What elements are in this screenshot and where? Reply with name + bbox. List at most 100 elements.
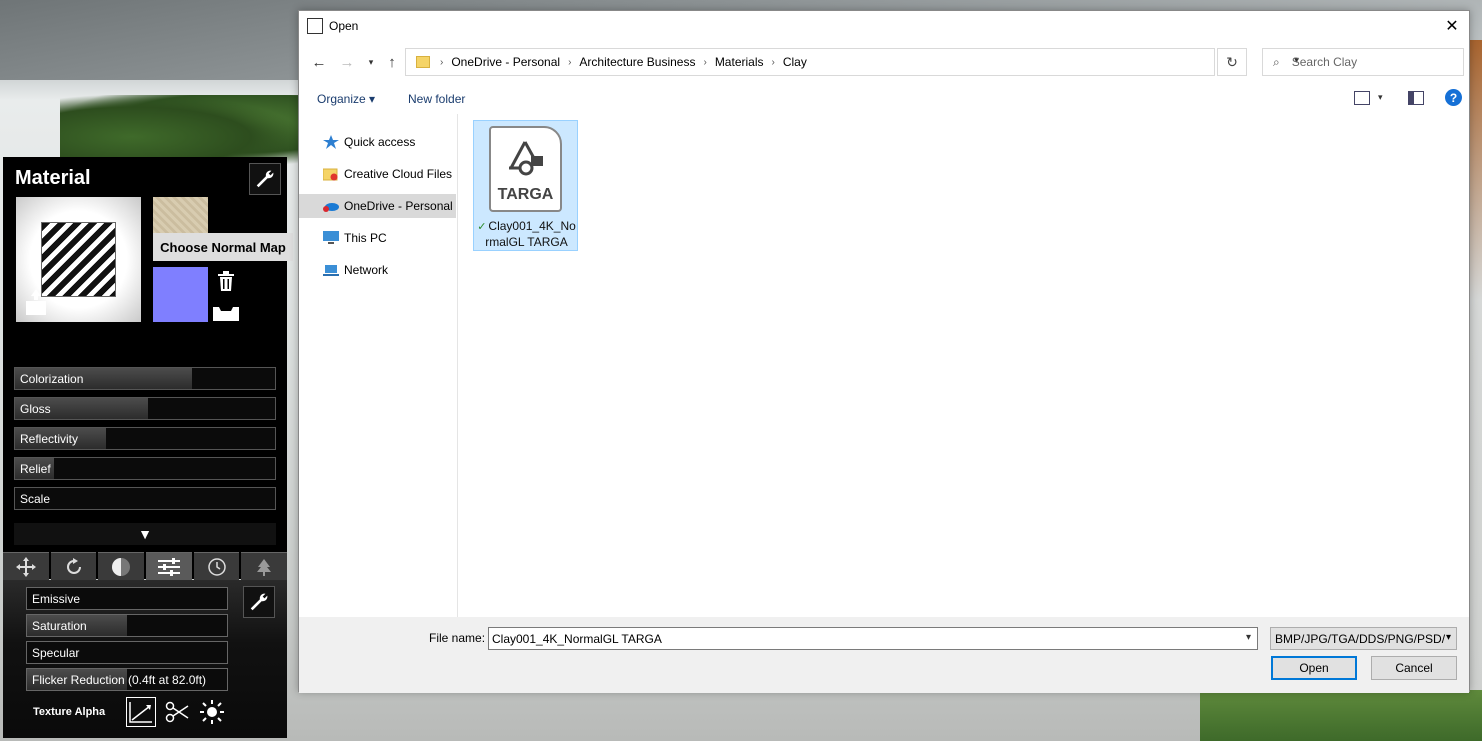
- emissive-slider[interactable]: Emissive: [26, 587, 228, 610]
- clock-icon: [207, 557, 226, 576]
- file-type-select[interactable]: BMP/JPG/TGA/DDS/PNG/PSD/ ▾: [1270, 627, 1457, 650]
- slider-value: (0.4ft at 82.0ft): [128, 673, 207, 687]
- alpha-cut-button[interactable]: [162, 697, 192, 727]
- new-folder-button[interactable]: New folder: [408, 92, 465, 106]
- nav-item-onedrive[interactable]: OneDrive - Personal: [299, 194, 456, 218]
- upload-icon[interactable]: [26, 289, 46, 315]
- texture-alpha-label: Texture Alpha: [33, 706, 106, 718]
- saturation-slider[interactable]: Saturation: [26, 614, 228, 637]
- computer-icon: [323, 231, 339, 244]
- curve-icon: [129, 702, 152, 723]
- advanced-settings-button[interactable]: [243, 586, 275, 618]
- nav-item-label: OneDrive - Personal: [344, 199, 453, 213]
- tab-adjustments[interactable]: [146, 552, 192, 580]
- organize-menu[interactable]: Organize ▾: [317, 92, 375, 106]
- targa-file-icon: TARGA: [489, 126, 562, 212]
- open-button[interactable]: Open: [1271, 656, 1357, 680]
- nav-item-quick-access[interactable]: Quick access: [299, 130, 456, 154]
- alpha-light-button[interactable]: [197, 697, 227, 727]
- rotate-icon: [66, 557, 81, 574]
- preview-pane-icon[interactable]: [1408, 91, 1424, 105]
- relief-slider[interactable]: Relief: [14, 457, 276, 480]
- delete-normal-map-button[interactable]: [213, 267, 239, 295]
- slider-label: Specular: [32, 646, 80, 660]
- dialog-title: Open: [329, 19, 359, 33]
- search-placeholder: Search Clay: [1291, 55, 1358, 69]
- material-advanced-panel: Emissive Saturation Specular Flicker Red…: [3, 580, 287, 738]
- arrow-up-icon: ↑: [388, 53, 396, 71]
- expand-button[interactable]: ▼: [14, 523, 276, 545]
- breadcrumb-separator: ›: [771, 56, 775, 68]
- material-title: Material: [15, 167, 91, 189]
- chevron-down-icon[interactable]: ▾: [1246, 632, 1251, 643]
- scale-slider[interactable]: Scale: [14, 487, 276, 510]
- command-bar: Organize ▾ New folder ▾ ?: [299, 88, 1469, 110]
- nav-item-this-pc[interactable]: This PC: [299, 226, 456, 250]
- cancel-button[interactable]: Cancel: [1371, 656, 1457, 680]
- star-icon: [323, 135, 339, 149]
- tab-appearance[interactable]: [98, 552, 145, 580]
- slider-label: Scale: [20, 492, 51, 506]
- refresh-button[interactable]: ↻: [1217, 48, 1247, 76]
- tab-rotate[interactable]: [50, 552, 97, 580]
- breadcrumb-separator: ›: [703, 56, 707, 68]
- close-icon: ✕: [1445, 18, 1459, 35]
- tray-icon[interactable]: [213, 299, 239, 321]
- material-panel: Material Choose Normal Map Colorization …: [3, 157, 293, 579]
- file-list: TARGA ✓ Clay001_4K_No rmalGL TARGA: [459, 114, 1469, 617]
- contrast-icon: [112, 557, 131, 576]
- move-icon: [15, 556, 36, 577]
- view-options-icon[interactable]: [1354, 91, 1370, 105]
- colorization-slider[interactable]: Colorization: [14, 367, 276, 390]
- alpha-curve-button[interactable]: [126, 697, 156, 727]
- reflectivity-slider[interactable]: Reflectivity: [14, 427, 276, 450]
- wrench-icon: [256, 170, 274, 188]
- chevron-down-icon: ▾: [1445, 632, 1451, 643]
- normal-map-swatch[interactable]: [153, 267, 208, 322]
- help-icon[interactable]: ?: [1445, 89, 1462, 106]
- scissors-icon: [165, 701, 189, 723]
- gloss-slider[interactable]: Gloss: [14, 397, 276, 420]
- material-settings-button[interactable]: [249, 163, 281, 195]
- breadcrumb-materials[interactable]: Materials: [715, 55, 764, 69]
- title-bar: Open ✕: [299, 11, 1469, 41]
- chevron-down-icon: ▾: [368, 56, 374, 67]
- tab-time[interactable]: [193, 552, 240, 580]
- slider-label: Gloss: [20, 402, 51, 416]
- creative-cloud-folder-icon: [323, 168, 338, 181]
- specular-slider[interactable]: Specular: [26, 641, 228, 664]
- nav-item-creative-cloud[interactable]: Creative Cloud Files: [299, 162, 456, 186]
- sliders-icon: [157, 557, 180, 576]
- tab-vegetation[interactable]: [241, 552, 288, 580]
- breadcrumb-architecture[interactable]: Architecture Business: [579, 55, 695, 69]
- tooltip: Choose Normal Map: [153, 233, 293, 261]
- up-button[interactable]: ↑: [382, 52, 402, 72]
- wrench-icon: [250, 593, 268, 611]
- chevron-down-icon[interactable]: ▾: [1378, 92, 1383, 103]
- forward-button[interactable]: →: [337, 52, 357, 72]
- back-button[interactable]: ←: [309, 52, 329, 72]
- slider-label: Flicker Reduction: [32, 673, 125, 687]
- slider-label: Emissive: [32, 592, 81, 606]
- file-name-input[interactable]: Clay001_4K_NormalGL TARGA ▾: [488, 627, 1258, 650]
- network-icon: [323, 265, 339, 276]
- file-item[interactable]: TARGA ✓ Clay001_4K_No rmalGL TARGA: [473, 120, 578, 251]
- scene-trees: [60, 95, 300, 165]
- expand-arrow-icon: ▼: [138, 526, 152, 542]
- recent-locations-button[interactable]: ▾: [361, 52, 381, 72]
- scene-lawn: [1200, 690, 1482, 741]
- search-input[interactable]: ⌕ Search Clay: [1262, 48, 1464, 76]
- app-icon: [307, 18, 323, 34]
- breadcrumb-separator: ›: [440, 56, 444, 68]
- material-preview[interactable]: [16, 197, 141, 322]
- material-tab-bar: [3, 552, 288, 580]
- close-button[interactable]: ✕: [1441, 15, 1463, 37]
- flicker-reduction-slider[interactable]: Flicker Reduction (0.4ft at 82.0ft): [26, 668, 228, 691]
- breadcrumb-onedrive[interactable]: OneDrive - Personal: [451, 55, 560, 69]
- nav-item-label: Creative Cloud Files: [344, 167, 453, 181]
- search-icon: ⌕: [1273, 54, 1280, 69]
- breadcrumb-clay[interactable]: Clay: [783, 55, 807, 69]
- nav-item-network[interactable]: Network: [299, 258, 456, 282]
- tab-move[interactable]: [3, 552, 49, 580]
- address-bar[interactable]: › OneDrive - Personal › Architecture Bus…: [405, 48, 1299, 76]
